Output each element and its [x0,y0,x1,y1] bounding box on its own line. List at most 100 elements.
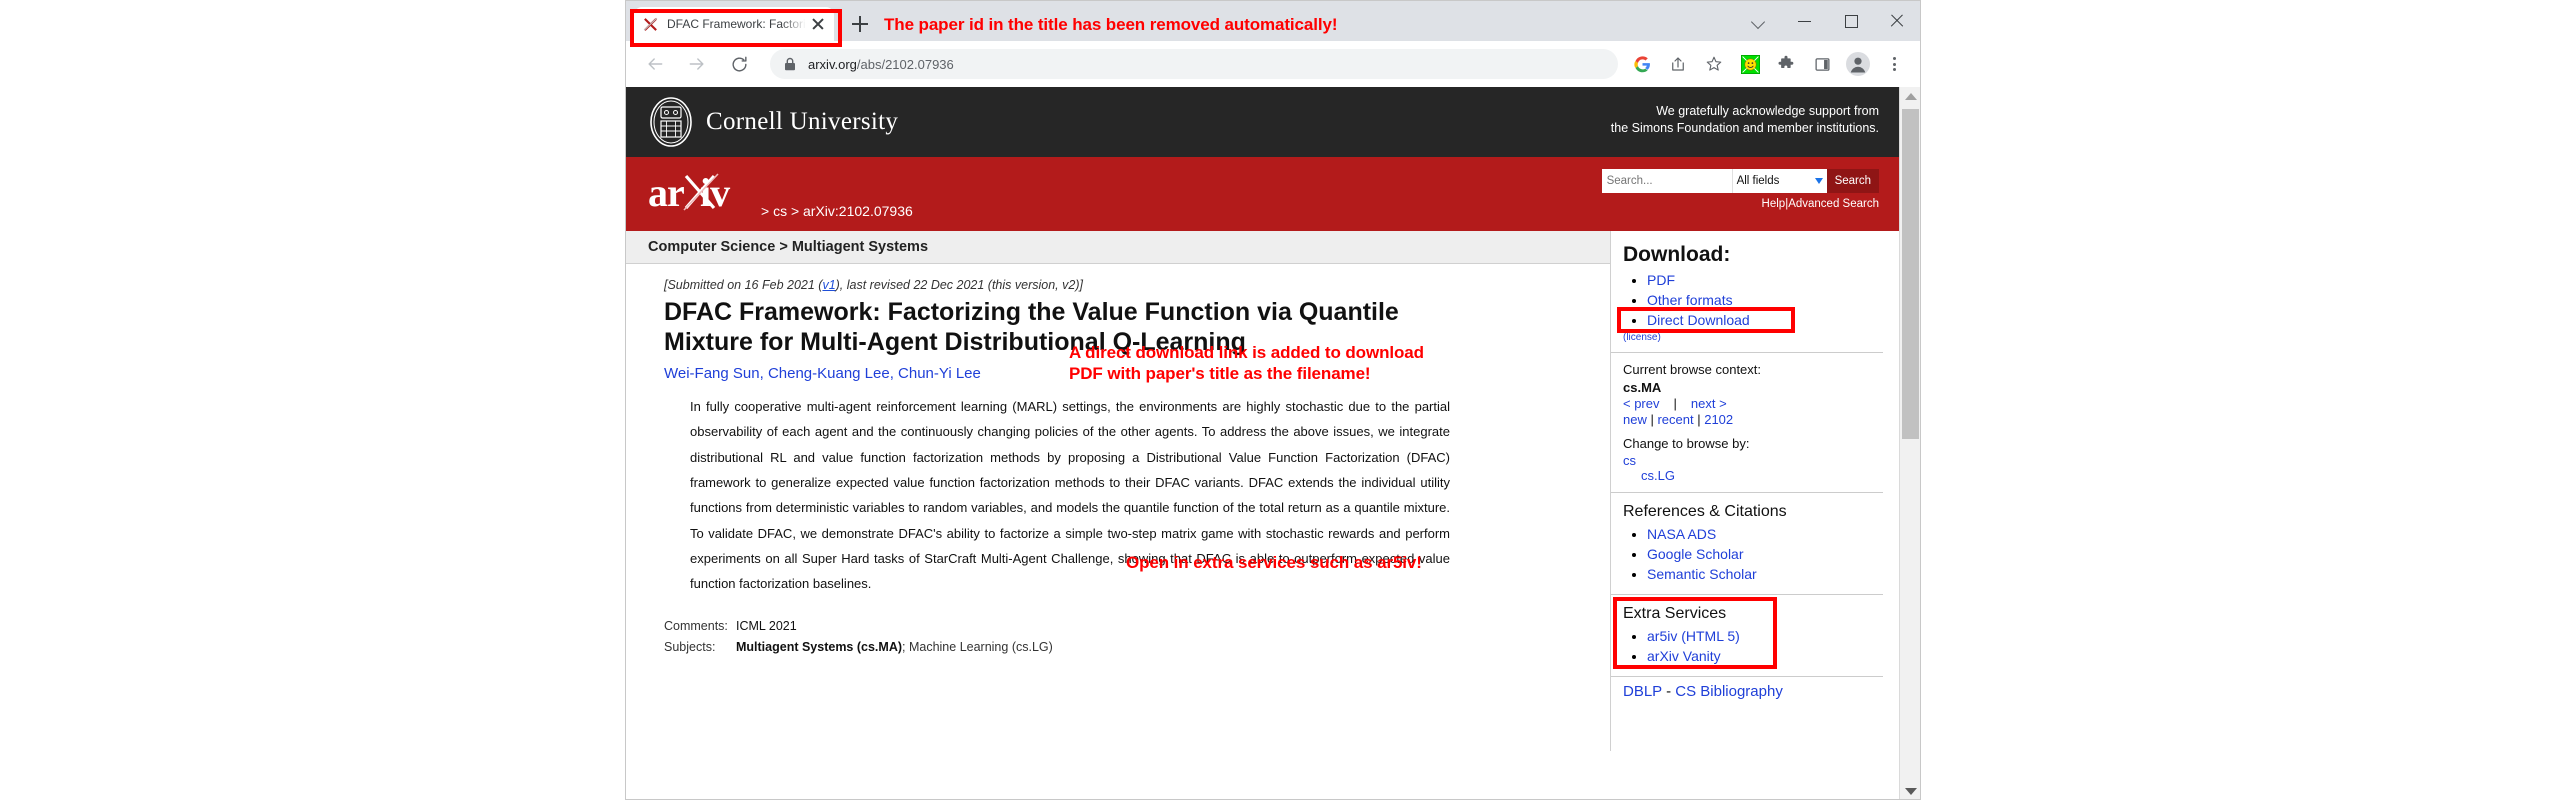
list-item[interactable]: Other formats [1647,291,1871,310]
profile-avatar-icon[interactable] [1843,49,1873,79]
download-direct-link[interactable]: Direct Download [1647,312,1750,328]
nasa-ads-link[interactable]: NASA ADS [1647,526,1716,542]
tab-close-icon[interactable] [810,16,826,32]
list-item[interactable]: Google Scholar [1647,545,1871,564]
archive-nav: new | recent | 2102 [1623,412,1871,427]
search-field-value: All fields [1736,175,1780,187]
page-scrollbar[interactable] [1899,87,1920,799]
forward-button[interactable] [681,48,713,80]
dblp-link[interactable]: DBLP [1623,683,1662,700]
chevron-down-icon [1814,178,1823,184]
green-smiley-icon [1740,54,1760,74]
three-dot-menu-icon[interactable] [1879,49,1909,79]
list-item[interactable]: ar5iv (HTML 5) [1647,627,1871,646]
url-domain: arxiv.org [808,56,857,72]
prev-link[interactable]: < prev [1623,396,1660,411]
new-tab-button[interactable] [846,10,874,38]
download-pdf-link[interactable]: PDF [1647,272,1675,288]
sidepanel-icon[interactable] [1807,49,1837,79]
recent-link[interactable]: recent [1657,412,1693,427]
archive-month-link[interactable]: 2102 [1704,412,1733,427]
browse-cslg-link[interactable]: cs.LG [1641,468,1675,483]
list-item[interactable]: NASA ADS [1647,525,1871,544]
smiley-extension-icon[interactable] [1735,49,1765,79]
browser-tab[interactable]: DFAC Framework: Factorizing the [634,7,834,41]
subjects-row: Subjects: Multiagent Systems (cs.MA); Ma… [664,640,1572,654]
forward-arrow-icon [689,58,704,70]
search-help-links: Help|Advanced Search [1602,198,1879,210]
avatar-icon [1846,52,1870,76]
arxiv-logo-breadcrumb: ar iv > cs > arXiv:2102.07936 [648,170,913,219]
help-link[interactable]: Help [1762,198,1786,210]
tab-annotation-text: The paper id in the title has been remov… [884,15,1338,34]
submitted-v2: v2 [1062,278,1076,292]
subject-breadcrumb-bar: Computer Science > Multiagent Systems [626,231,1610,264]
list-item[interactable]: PDF [1647,271,1871,290]
back-arrow-icon [648,58,663,70]
minimize-button[interactable] [1782,1,1828,41]
dblp-dash: - [1661,682,1676,700]
screen: DFAC Framework: Factorizing the The pape… [0,0,2560,800]
browse-context-section: Current browse context: cs.MA < prev | nex… [1611,353,1883,494]
comments-label: Comments: [664,618,728,633]
submitted-prefix: [Submitted on 16 Feb 2021 ( [664,278,823,292]
new-link[interactable]: new [1623,412,1647,427]
reload-button[interactable] [723,48,755,80]
maximize-button[interactable] [1828,1,1874,41]
cornell-logo[interactable]: Cornell University [648,96,898,148]
download-other-formats-link[interactable]: Other formats [1647,292,1733,308]
arxiv-breadcrumb: > cs > arXiv:2102.07936 [761,202,913,219]
v1-link[interactable]: v1 [822,278,835,292]
subjects-value: Multiagent Systems (cs.MA); Machine Lear… [736,640,1053,654]
semantic-scholar-link[interactable]: Semantic Scholar [1647,566,1757,582]
triangle-down-icon [1904,787,1917,795]
google-icon[interactable] [1627,49,1657,79]
list-item[interactable]: arXiv Vanity [1647,647,1871,666]
address-bar[interactable]: arxiv.org/abs/2102.07936 [770,49,1618,79]
scroll-up-button[interactable] [1900,87,1920,105]
submitted-suffix: )] [1075,278,1083,292]
puzzle-extensions-icon[interactable] [1771,49,1801,79]
google-g-icon [1633,55,1650,72]
triangle-up-icon [1904,92,1917,100]
browser-window: DFAC Framework: Factorizing the The pape… [625,0,1921,800]
scrollbar-thumb[interactable] [1902,109,1919,439]
share-icon[interactable] [1663,49,1693,79]
arxiv-vanity-link[interactable]: arXiv Vanity [1647,648,1721,664]
prev-next-nav: < prev | next > [1623,396,1871,411]
google-scholar-link[interactable]: Google Scholar [1647,546,1744,562]
page-viewport: Cornell University We gratefully acknowl… [626,87,1920,799]
page-content: Computer Science > Multiagent Systems [S… [626,231,1901,751]
submitted-mid: ), last revised 22 Dec 2021 (this versio… [835,278,1063,292]
back-button[interactable] [639,48,671,80]
url-text: arxiv.org/abs/2102.07936 [808,57,954,72]
ar5iv-link[interactable]: ar5iv (HTML 5) [1647,628,1740,644]
close-window-button[interactable] [1874,1,1920,41]
license-link[interactable]: (license) [1623,332,1871,343]
change-browse-secondary-row: cs.LG [1641,468,1871,483]
list-item[interactable]: Direct Download [1647,311,1871,330]
dblp-section: DBLP - CS Bibliography [1611,677,1883,700]
side-panel-icon [1814,57,1830,71]
subjects-label: Subjects: [664,639,716,654]
change-browse-label: Change to browse by: [1623,435,1750,451]
browse-context-value: cs.MA [1623,379,1662,395]
ack-line-1: We gratefully acknowledge support from [1656,104,1879,118]
references-list: NASA ADS Google Scholar Semantic Scholar [1629,525,1871,584]
advanced-search-link[interactable]: Advanced Search [1788,198,1879,210]
ack-line-2: the Simons Foundation and member institu… [1610,120,1879,135]
tab-search-chevron-icon[interactable] [1736,1,1782,41]
next-link[interactable]: next > [1691,396,1727,411]
arxiv-logo-icon[interactable]: ar iv [648,170,753,216]
bookmark-star-icon[interactable] [1699,49,1729,79]
scroll-down-button[interactable] [1900,782,1920,799]
search-field-select[interactable]: All fields [1731,169,1827,193]
browse-cs-link[interactable]: cs [1623,453,1636,468]
sep-1: | [1646,411,1658,427]
acknowledgement-text: We gratefully acknowledge support from t… [1611,103,1879,137]
paper-metadata: Comments: ICML 2021 Subjects: Multiagent… [664,619,1572,654]
search-input[interactable] [1601,169,1732,193]
list-item[interactable]: Semantic Scholar [1647,565,1871,584]
search-button[interactable]: Search [1826,169,1879,193]
dblp-suffix: CS Bibliography [1675,682,1783,700]
